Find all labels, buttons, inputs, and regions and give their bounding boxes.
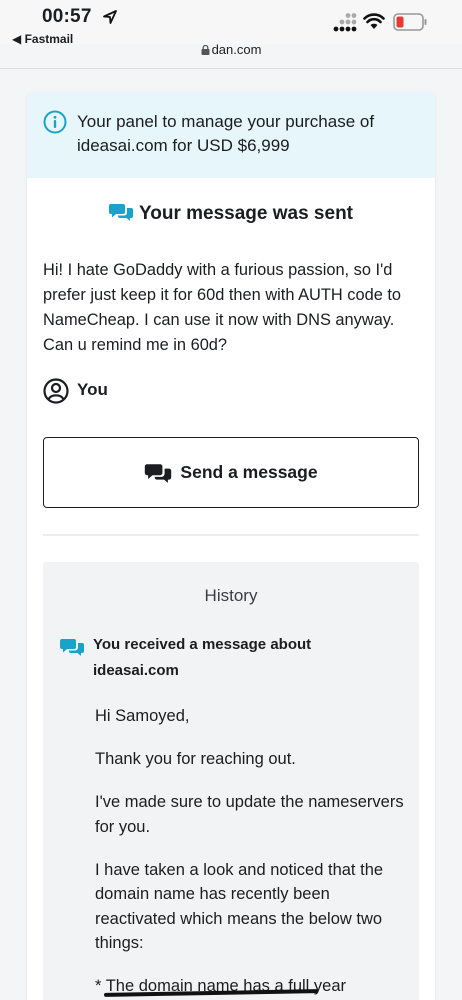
- history-message-heading: You received a message about ideasai.com: [93, 636, 312, 679]
- history-section: History You received a message about ide…: [43, 562, 419, 1000]
- history-paragraph: I have taken a look and noticed that the…: [95, 860, 384, 953]
- wifi-icon: [363, 13, 385, 29]
- chat-bubbles-icon: [60, 639, 84, 656]
- chat-bubbles-icon: [108, 204, 133, 221]
- history-paragraph: Hi Samoyed,: [95, 707, 190, 725]
- address-bar[interactable]: dan.com: [0, 42, 462, 68]
- send-message-button[interactable]: Send a message: [43, 437, 419, 508]
- history-message-body: Hi Samoyed, Thank you for reaching out. …: [95, 704, 405, 1000]
- address-bar-divider: [0, 68, 462, 69]
- message-sent-title: Your message was sent: [138, 203, 354, 224]
- info-banner: Your panel to manage your purchase of id…: [27, 92, 435, 178]
- history-paragraph: I've made sure to update the nameservers…: [95, 793, 404, 836]
- purchase-panel-card: Your panel to manage your purchase of id…: [27, 92, 435, 1000]
- section-divider: [43, 534, 419, 536]
- send-message-label: Send a message: [180, 462, 318, 482]
- clock: 00:57: [42, 6, 92, 27]
- status-bar: 00:57 ◀ Fastmail: [0, 0, 462, 46]
- history-title: History: [204, 586, 258, 605]
- history-paragraph: Thank you for reaching out.: [95, 750, 296, 768]
- lock-icon: [201, 45, 210, 55]
- battery-icon: [393, 13, 427, 31]
- user-circle-icon: [43, 377, 69, 404]
- message-sent-heading: Your message was sent: [27, 202, 435, 225]
- info-banner-text: Your panel to manage your purchase of id…: [77, 112, 375, 155]
- sent-message-body: Hi! I hate GoDaddy with a furious passio…: [43, 261, 402, 354]
- url-text: dan.com: [211, 42, 262, 57]
- chat-bubbles-icon: [145, 463, 172, 483]
- info-icon: [43, 110, 67, 134]
- message-author: You: [43, 376, 108, 404]
- location-arrow-icon: [103, 10, 117, 24]
- signal-icon: [333, 13, 357, 32]
- author-name: You: [77, 380, 108, 399]
